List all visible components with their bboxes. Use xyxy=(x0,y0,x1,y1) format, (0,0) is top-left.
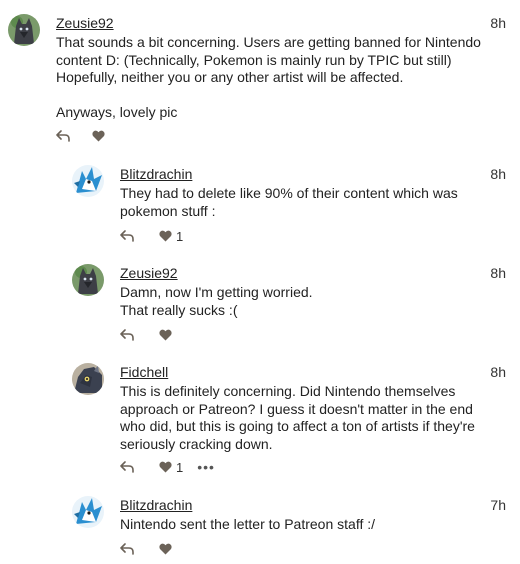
username-link[interactable]: Blitzdrachin xyxy=(120,165,192,183)
timestamp: 8h xyxy=(490,265,506,281)
like-button[interactable] xyxy=(159,543,172,555)
avatar[interactable] xyxy=(72,264,104,296)
comment-actions xyxy=(56,128,105,144)
more-options-button[interactable]: ••• xyxy=(197,460,215,474)
comment: Blitzdrachin 7h Nintendo sent the letter… xyxy=(72,496,506,560)
reply-button[interactable] xyxy=(120,461,134,473)
wolf-avatar-icon xyxy=(72,264,104,296)
username-link[interactable]: Fidchell xyxy=(120,363,168,381)
username-link[interactable]: Blitzdrachin xyxy=(120,496,192,514)
comment-header: Zeusie92 8h xyxy=(56,14,506,34)
comment-text: Damn, now I'm getting worried. That real… xyxy=(120,284,313,318)
comment-actions xyxy=(120,327,172,343)
comment: Zeusie92 8h That sounds a bit concerning… xyxy=(8,14,506,146)
reply-icon xyxy=(56,130,70,142)
comment-actions xyxy=(120,541,172,557)
avatar[interactable] xyxy=(72,165,104,197)
reply-button[interactable] xyxy=(56,130,70,142)
username-link[interactable]: Zeusie92 xyxy=(120,264,178,282)
creature-avatar-icon xyxy=(72,363,104,395)
dragon-avatar-icon xyxy=(72,496,104,528)
comment: Blitzdrachin 8h They had to delete like … xyxy=(72,165,506,245)
like-button[interactable]: 1 xyxy=(159,229,183,244)
reply-button[interactable] xyxy=(120,230,134,242)
comment-text: This is definitely concerning. Did Ninte… xyxy=(120,383,475,452)
heart-icon xyxy=(159,230,172,242)
comment-text: They had to delete like 90% of their con… xyxy=(120,185,458,219)
reply-button[interactable] xyxy=(120,543,134,555)
comment-header: Blitzdrachin 8h xyxy=(120,165,506,185)
reply-button[interactable] xyxy=(120,329,134,341)
avatar[interactable] xyxy=(72,363,104,395)
comment-actions: 1 ••• xyxy=(120,459,215,475)
reply-icon xyxy=(120,329,134,341)
avatar[interactable] xyxy=(8,14,40,46)
dragon-avatar-icon xyxy=(72,165,104,197)
comment-header: Zeusie92 8h xyxy=(120,264,506,284)
comment-text: That sounds a bit concerning. Users are … xyxy=(56,34,481,120)
username-link[interactable]: Zeusie92 xyxy=(56,14,114,32)
comment-text: Nintendo sent the letter to Patreon staf… xyxy=(120,516,376,532)
timestamp: 8h xyxy=(490,364,506,380)
comment-header: Blitzdrachin 7h xyxy=(120,496,506,516)
like-button[interactable]: 1 xyxy=(159,460,183,475)
timestamp: 8h xyxy=(490,15,506,31)
like-button[interactable] xyxy=(159,329,172,341)
comment-header: Fidchell 8h xyxy=(120,363,506,383)
wolf-avatar-icon xyxy=(8,14,40,46)
like-count: 1 xyxy=(176,228,184,244)
avatar[interactable] xyxy=(72,496,104,528)
comment: Fidchell 8h This is definitely concernin… xyxy=(72,363,506,479)
reply-icon xyxy=(120,230,134,242)
reply-icon xyxy=(120,461,134,473)
heart-icon xyxy=(159,329,172,341)
heart-icon xyxy=(159,461,172,473)
like-count: 1 xyxy=(176,459,184,475)
heart-icon xyxy=(92,130,105,142)
reply-icon xyxy=(120,543,134,555)
comment-actions: 1 xyxy=(120,228,183,244)
comment: Zeusie92 8h Damn, now I'm getting worrie… xyxy=(72,264,506,344)
heart-icon xyxy=(159,543,172,555)
like-button[interactable] xyxy=(92,130,105,142)
timestamp: 7h xyxy=(490,497,506,513)
timestamp: 8h xyxy=(490,166,506,182)
